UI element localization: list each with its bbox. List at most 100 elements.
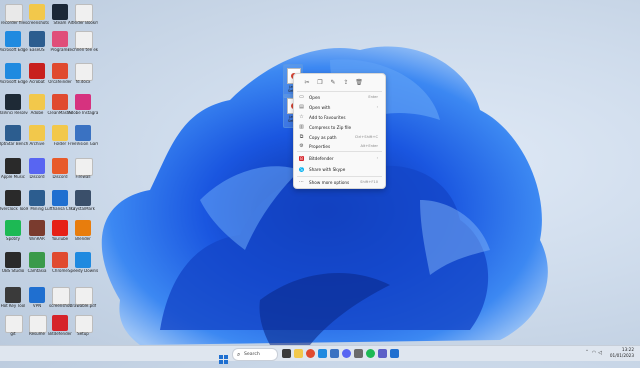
desktop-icon[interactable]: Overclock Toolkit xyxy=(0,188,28,219)
app-icon xyxy=(52,94,68,110)
edge-taskbar-icon[interactable] xyxy=(318,349,327,358)
system-tray: ˄ ◠ ◁ 13:22 01/01/2023 xyxy=(560,346,640,361)
desktop-icon[interactable]: Apple Music xyxy=(0,156,26,187)
desktop-icon[interactable]: Microsoft Edge xyxy=(0,61,28,92)
bitdefender-icon: B xyxy=(299,156,304,161)
desktop-icon[interactable]: OptiStar Benchm. xyxy=(0,123,28,154)
app-icon xyxy=(75,94,91,110)
context-menu-label: Compress to Zip file xyxy=(309,125,352,130)
app-icon xyxy=(29,220,45,236)
app-icon xyxy=(52,315,68,331)
search-icon: ⌕ xyxy=(237,351,241,358)
context-menu-item[interactable]: ☆ Add to Favourites xyxy=(297,113,382,122)
rename-icon[interactable]: ✎ xyxy=(328,78,338,87)
mail-taskbar-icon[interactable] xyxy=(390,349,399,358)
app-icon xyxy=(5,158,21,174)
desktop-icon[interactable]: Adobe Instagram xyxy=(68,92,98,123)
path-icon: ⧉ xyxy=(299,134,304,140)
delete-icon[interactable]: 🗑 xyxy=(354,78,364,87)
app-icon xyxy=(5,4,23,22)
app-icon xyxy=(29,315,47,333)
store-taskbar-icon[interactable] xyxy=(330,349,339,358)
desktop-icon[interactable]: CrystalMark xyxy=(70,188,96,219)
app-icon xyxy=(52,287,70,305)
context-menu-label: Open with xyxy=(309,105,331,110)
context-menu-item[interactable]: ▥ Compress to Zip file xyxy=(297,123,382,132)
desktop-icon[interactable]: git xyxy=(0,313,26,344)
context-menu-shortcut: Shift+F10 xyxy=(360,180,378,184)
desktop-icon[interactable]: fd.docx xyxy=(70,61,96,92)
chrome-taskbar-icon[interactable] xyxy=(306,349,315,358)
desktop-icon[interactable]: Hot Key Tool xyxy=(0,285,26,316)
app-icon xyxy=(29,190,45,206)
app-icon xyxy=(5,63,21,79)
volume-icon[interactable]: ◁ xyxy=(597,350,603,356)
context-menu-item[interactable]: B Bitdefender › xyxy=(297,154,382,163)
app-icon xyxy=(5,190,21,206)
file-explorer-taskbar-icon[interactable] xyxy=(294,349,303,358)
context-menu: ✂ ❐ ✎ ⇪ 🗑 ▭ Open Enter ▤ Open with › ☆ Add to Favou… xyxy=(293,73,386,189)
chevron-up-icon[interactable]: ˄ xyxy=(584,350,590,356)
context-menu-label: Properties xyxy=(309,144,331,149)
context-menu-item[interactable]: ⚙ Properties Alt+Enter xyxy=(297,142,382,151)
desktop-icon[interactable]: Spotify xyxy=(0,218,26,249)
desktop-icon[interactable]: Blender xyxy=(70,218,96,249)
context-menu-label: Add to Favourites xyxy=(309,115,346,120)
desktop-icon[interactable]: OBS Studio xyxy=(0,250,26,281)
app-icon xyxy=(29,252,45,268)
context-menu-item[interactable]: S Share with Skype xyxy=(297,165,382,174)
discord-taskbar-icon[interactable] xyxy=(342,349,351,358)
context-menu-item[interactable]: ▭ Open Enter xyxy=(297,93,382,102)
desktop-icon[interactable]: DaVinci Resolve xyxy=(0,92,28,123)
desktop-icon[interactable]: Microsoft Edge xyxy=(0,29,28,60)
app-icon xyxy=(5,125,21,141)
desktop-icon-label: CrystalMark xyxy=(71,207,95,211)
app-icon xyxy=(29,4,45,20)
context-menu-item[interactable]: ▤ Open with › xyxy=(297,103,382,112)
app-icon xyxy=(52,63,68,79)
chevron-right-icon: › xyxy=(376,105,378,109)
star-icon: ☆ xyxy=(299,114,304,120)
desktop-icon-label: AltRider Bookmarks xyxy=(68,21,98,25)
taskbar-search-box[interactable]: ⌕ Search xyxy=(232,348,278,361)
desktop-icon-label: fd.docx xyxy=(75,80,91,84)
context-menu-label: Show more options xyxy=(309,180,350,185)
app-icon xyxy=(52,158,68,174)
context-menu-label: Share with Skype xyxy=(309,167,346,172)
app-icon xyxy=(5,94,21,110)
share-icon[interactable]: ⇪ xyxy=(341,78,351,87)
desktop-icon[interactable]: Firewall xyxy=(70,156,96,187)
desktop-icon[interactable]: FreeVision Gaming Hub xyxy=(68,123,98,154)
context-menu-item[interactable]: ⋯ Show more options Shift+F10 xyxy=(297,178,382,187)
desktop-icon[interactable]: drawable.pdf xyxy=(70,285,96,316)
open-with-icon: ▤ xyxy=(299,104,304,110)
context-menu-shortcut: Enter xyxy=(368,95,378,99)
clock-date: 01/01/2023 xyxy=(609,352,634,358)
desktop-icon[interactable]: Speedy Downloader xyxy=(68,250,98,281)
start-taskbar-icon[interactable] xyxy=(219,349,228,364)
teams-taskbar-icon[interactable] xyxy=(378,349,387,358)
task-view-taskbar-icon[interactable] xyxy=(282,349,291,358)
app-icon xyxy=(75,190,91,206)
settings-taskbar-icon[interactable] xyxy=(354,349,363,358)
spotify-taskbar-icon[interactable] xyxy=(366,349,375,358)
desktop-icon-label: Adobe Instagram xyxy=(68,111,98,115)
app-icon xyxy=(29,94,45,110)
app-icon xyxy=(75,125,91,141)
copy-icon[interactable]: ❐ xyxy=(315,78,325,87)
app-icon xyxy=(75,287,93,305)
taskbar: ⌕ Search ˄ ◠ ◁ 13:22 01/01/2023 xyxy=(0,345,640,364)
desktop-icon-label: drawable.pdf xyxy=(69,304,97,308)
desktop-icon-label: Blender xyxy=(75,237,91,241)
app-icon xyxy=(5,315,23,333)
clock[interactable]: 13:22 01/01/2023 xyxy=(604,347,634,358)
cut-icon[interactable]: ✂ xyxy=(302,78,312,87)
context-menu-item[interactable]: ⧉ Copy as path Ctrl+Shift+C xyxy=(297,133,382,142)
app-icon xyxy=(75,315,93,333)
app-icon xyxy=(29,125,45,141)
desktop-icon[interactable]: rechnen tee ekstaat xyxy=(68,29,98,60)
app-icon xyxy=(75,31,93,49)
app-icon xyxy=(52,220,68,236)
menu-separator xyxy=(297,151,382,152)
desktop-icon[interactable]: Setup xyxy=(70,313,96,344)
